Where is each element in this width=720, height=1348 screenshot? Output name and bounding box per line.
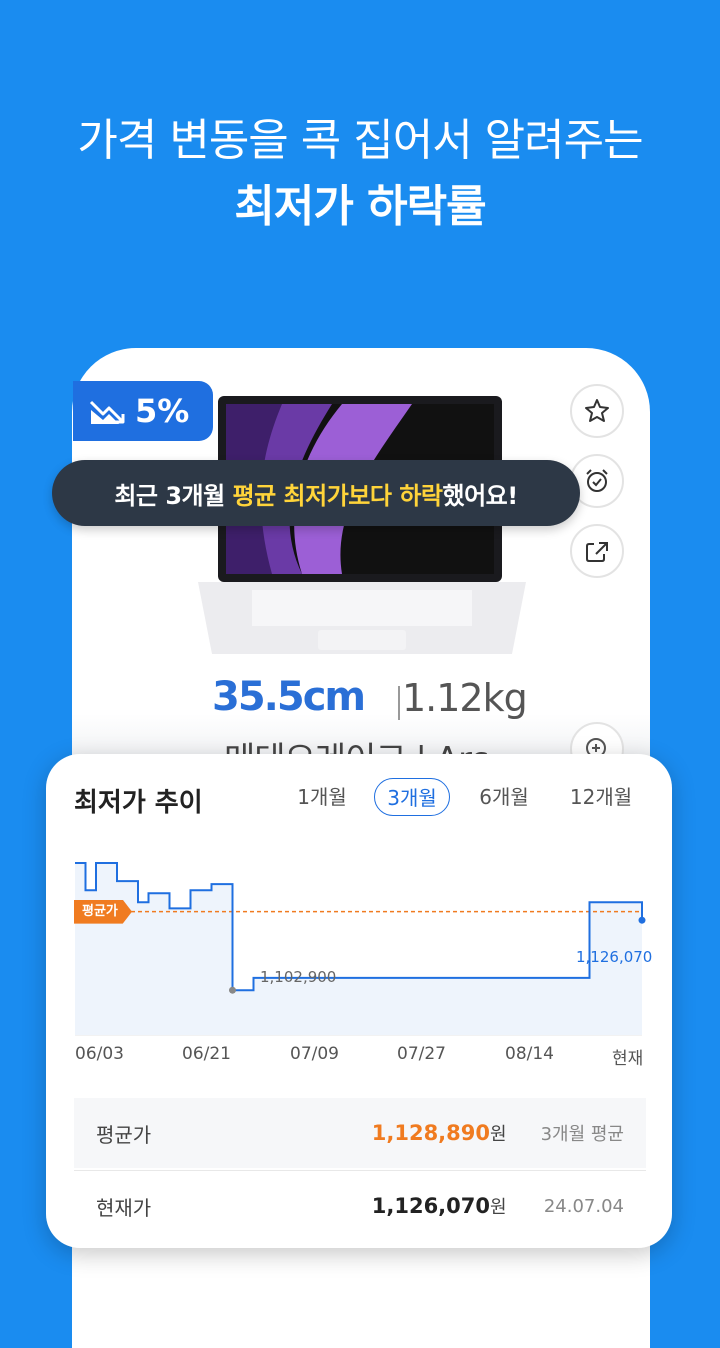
price-area [75,863,642,1035]
current-price-label: 1,126,070 [576,948,653,966]
row-note: 24.07.04 [543,1195,624,1217]
x-label: 07/27 [397,1044,446,1064]
x-label: 06/21 [182,1044,231,1064]
unit: 원 [490,1124,507,1145]
x-label: 07/09 [290,1044,339,1064]
row-note: 3개월 평균 [540,1124,624,1145]
row-label: 평균가 [96,1122,152,1147]
price-chart [75,862,646,1036]
avg-price-row: 평균가 1,128,890 원 3개월 평균 [74,1098,646,1168]
current-price-row: 현재가 1,126,070 원 24.07.04 [74,1170,646,1241]
row-label: 현재가 [96,1195,152,1220]
unit: 원 [490,1197,507,1218]
avg-price-value: 1,128,890 [371,1121,490,1145]
x-label: 06/03 [75,1044,124,1064]
current-price-value: 1,126,070 [371,1194,490,1218]
min-price-point [229,986,236,994]
current-price-point [638,916,646,924]
avg-price-tag: 평균가 [74,899,132,924]
x-label: 현재 [612,1049,644,1069]
min-price-label: 1,102,900 [260,968,337,986]
x-label: 08/14 [505,1044,554,1064]
